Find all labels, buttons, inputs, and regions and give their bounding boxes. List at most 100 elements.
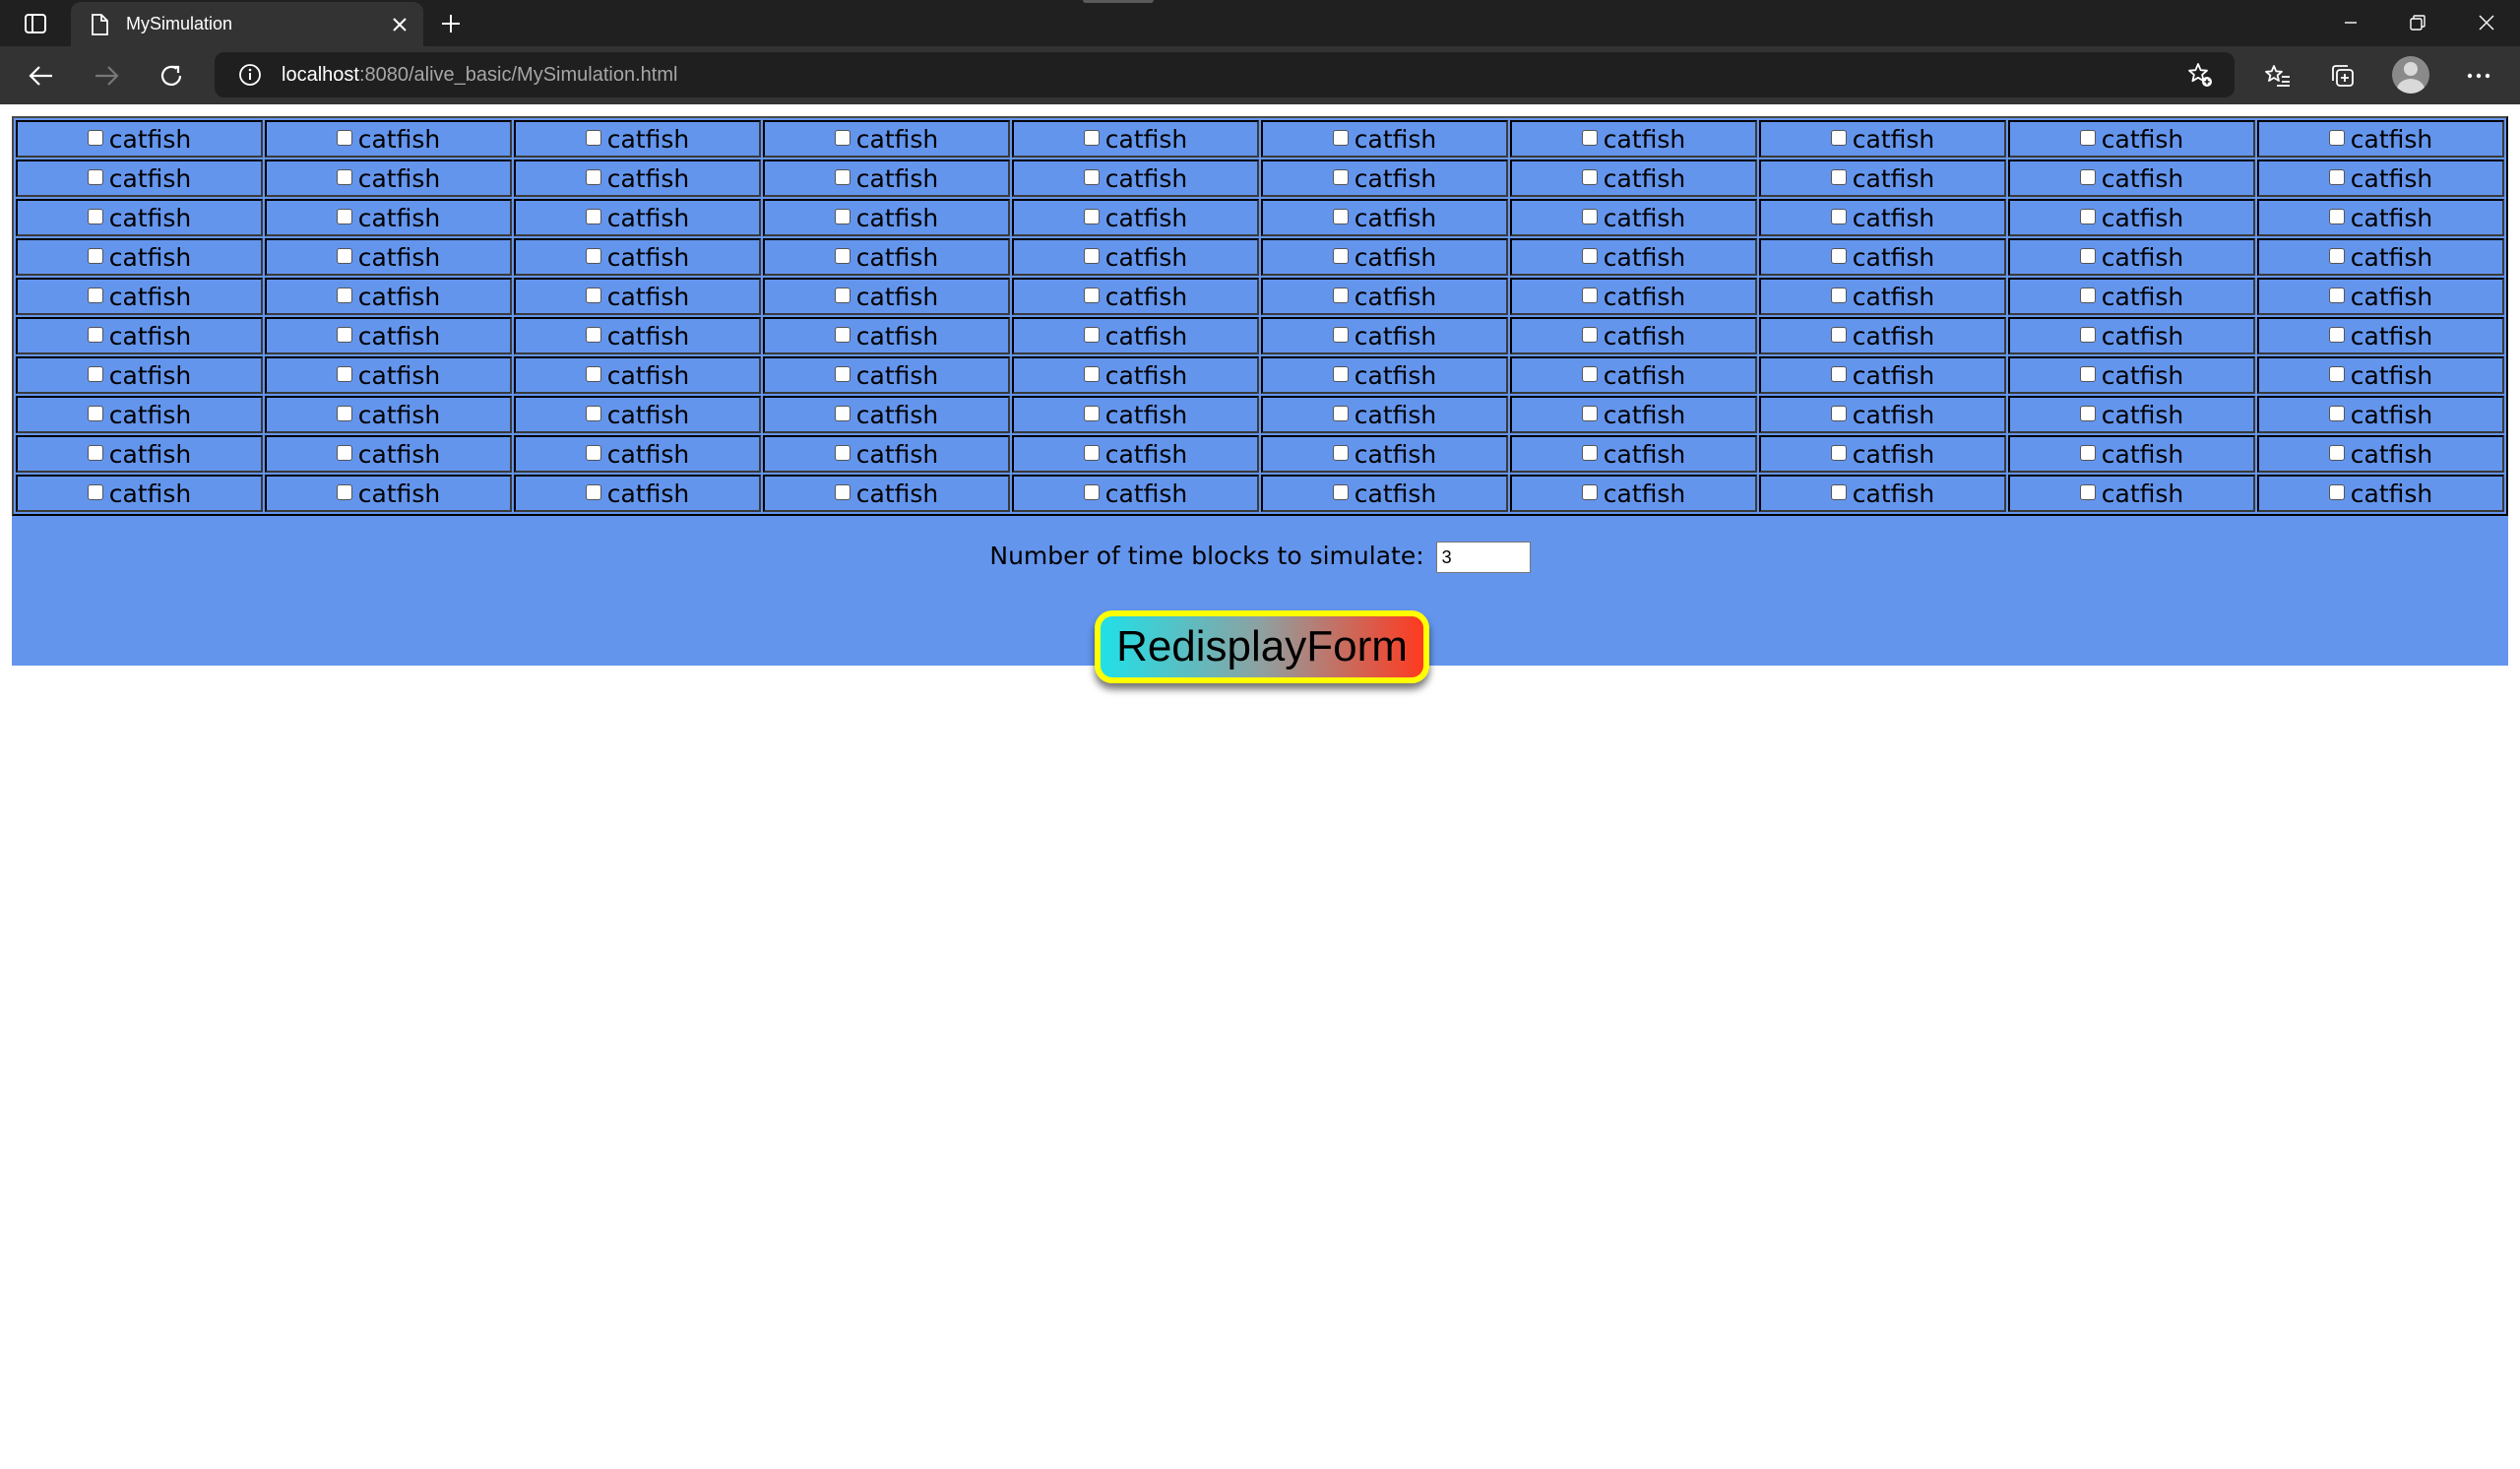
catfish-checkbox[interactable] xyxy=(1830,405,1847,421)
catfish-checkbox[interactable] xyxy=(1830,208,1847,224)
collections-icon[interactable] xyxy=(2319,54,2366,97)
catfish-checkbox[interactable] xyxy=(2328,326,2345,343)
catfish-checkbox[interactable] xyxy=(1083,208,1100,224)
catfish-checkbox[interactable] xyxy=(1830,247,1847,264)
catfish-checkbox[interactable] xyxy=(1332,129,1349,146)
catfish-checkbox[interactable] xyxy=(2079,483,2096,500)
more-options-icon[interactable] xyxy=(2455,54,2502,97)
tab-actions-icon[interactable] xyxy=(18,11,53,36)
catfish-checkbox[interactable] xyxy=(585,247,601,264)
catfish-checkbox[interactable] xyxy=(2328,168,2345,185)
catfish-checkbox[interactable] xyxy=(1332,483,1349,500)
catfish-checkbox[interactable] xyxy=(834,483,850,500)
catfish-checkbox[interactable] xyxy=(87,405,103,421)
catfish-checkbox[interactable] xyxy=(1830,287,1847,303)
info-icon[interactable] xyxy=(222,52,278,97)
catfish-checkbox[interactable] xyxy=(585,444,601,461)
catfish-checkbox[interactable] xyxy=(87,483,103,500)
browser-tab[interactable]: MySimulation xyxy=(71,2,423,46)
catfish-checkbox[interactable] xyxy=(2079,129,2096,146)
minimize-icon[interactable] xyxy=(2317,0,2384,45)
catfish-checkbox[interactable] xyxy=(2079,326,2096,343)
restore-icon[interactable] xyxy=(2384,0,2451,45)
catfish-checkbox[interactable] xyxy=(1581,444,1598,461)
catfish-checkbox[interactable] xyxy=(1332,287,1349,303)
favorites-icon[interactable] xyxy=(2254,54,2301,97)
catfish-checkbox[interactable] xyxy=(585,287,601,303)
catfish-checkbox[interactable] xyxy=(1332,326,1349,343)
catfish-checkbox[interactable] xyxy=(2079,287,2096,303)
catfish-checkbox[interactable] xyxy=(1830,326,1847,343)
catfish-checkbox[interactable] xyxy=(2328,444,2345,461)
add-favorite-icon[interactable] xyxy=(2175,52,2225,97)
catfish-checkbox[interactable] xyxy=(1581,483,1598,500)
catfish-checkbox[interactable] xyxy=(87,287,103,303)
back-arrow-icon[interactable] xyxy=(18,54,65,97)
catfish-checkbox[interactable] xyxy=(87,129,103,146)
catfish-checkbox[interactable] xyxy=(336,405,352,421)
catfish-checkbox[interactable] xyxy=(585,365,601,382)
catfish-checkbox[interactable] xyxy=(1830,168,1847,185)
window-drag-handle[interactable] xyxy=(1083,0,1154,3)
catfish-checkbox[interactable] xyxy=(1332,168,1349,185)
catfish-checkbox[interactable] xyxy=(1581,326,1598,343)
catfish-checkbox[interactable] xyxy=(1581,247,1598,264)
catfish-checkbox[interactable] xyxy=(1830,444,1847,461)
catfish-checkbox[interactable] xyxy=(87,208,103,224)
catfish-checkbox[interactable] xyxy=(2079,208,2096,224)
catfish-checkbox[interactable] xyxy=(2328,365,2345,382)
catfish-checkbox[interactable] xyxy=(2079,168,2096,185)
catfish-checkbox[interactable] xyxy=(1581,168,1598,185)
close-tab-icon[interactable] xyxy=(380,5,419,44)
catfish-checkbox[interactable] xyxy=(336,365,352,382)
catfish-checkbox[interactable] xyxy=(2328,208,2345,224)
catfish-checkbox[interactable] xyxy=(585,168,601,185)
catfish-checkbox[interactable] xyxy=(1581,287,1598,303)
catfish-checkbox[interactable] xyxy=(1083,326,1100,343)
catfish-checkbox[interactable] xyxy=(585,483,601,500)
profile-avatar-icon[interactable] xyxy=(2392,56,2429,94)
catfish-checkbox[interactable] xyxy=(2328,247,2345,264)
address-bar[interactable]: localhost:8080/alive_basic/MySimulation.… xyxy=(215,52,2235,97)
catfish-checkbox[interactable] xyxy=(2079,405,2096,421)
catfish-checkbox[interactable] xyxy=(1830,483,1847,500)
catfish-checkbox[interactable] xyxy=(1830,129,1847,146)
catfish-checkbox[interactable] xyxy=(1083,483,1100,500)
catfish-checkbox[interactable] xyxy=(1083,168,1100,185)
catfish-checkbox[interactable] xyxy=(87,168,103,185)
catfish-checkbox[interactable] xyxy=(1332,444,1349,461)
catfish-checkbox[interactable] xyxy=(834,129,850,146)
catfish-checkbox[interactable] xyxy=(834,365,850,382)
catfish-checkbox[interactable] xyxy=(2328,287,2345,303)
catfish-checkbox[interactable] xyxy=(1083,129,1100,146)
catfish-checkbox[interactable] xyxy=(336,326,352,343)
catfish-checkbox[interactable] xyxy=(834,405,850,421)
catfish-checkbox[interactable] xyxy=(1083,405,1100,421)
catfish-checkbox[interactable] xyxy=(1083,247,1100,264)
catfish-checkbox[interactable] xyxy=(2328,405,2345,421)
catfish-checkbox[interactable] xyxy=(585,405,601,421)
catfish-checkbox[interactable] xyxy=(2079,365,2096,382)
catfish-checkbox[interactable] xyxy=(2328,129,2345,146)
catfish-checkbox[interactable] xyxy=(87,326,103,343)
time-blocks-input[interactable] xyxy=(1435,542,1531,573)
catfish-checkbox[interactable] xyxy=(336,287,352,303)
catfish-checkbox[interactable] xyxy=(336,168,352,185)
catfish-checkbox[interactable] xyxy=(336,129,352,146)
catfish-checkbox[interactable] xyxy=(87,444,103,461)
catfish-checkbox[interactable] xyxy=(585,208,601,224)
catfish-checkbox[interactable] xyxy=(87,365,103,382)
catfish-checkbox[interactable] xyxy=(1332,365,1349,382)
catfish-checkbox[interactable] xyxy=(1581,405,1598,421)
catfish-checkbox[interactable] xyxy=(87,247,103,264)
catfish-checkbox[interactable] xyxy=(834,247,850,264)
catfish-checkbox[interactable] xyxy=(834,208,850,224)
catfish-checkbox[interactable] xyxy=(1581,129,1598,146)
catfish-checkbox[interactable] xyxy=(1332,208,1349,224)
refresh-icon[interactable] xyxy=(148,54,195,97)
catfish-checkbox[interactable] xyxy=(1581,208,1598,224)
catfish-checkbox[interactable] xyxy=(834,444,850,461)
catfish-checkbox[interactable] xyxy=(336,444,352,461)
catfish-checkbox[interactable] xyxy=(834,287,850,303)
catfish-checkbox[interactable] xyxy=(834,168,850,185)
